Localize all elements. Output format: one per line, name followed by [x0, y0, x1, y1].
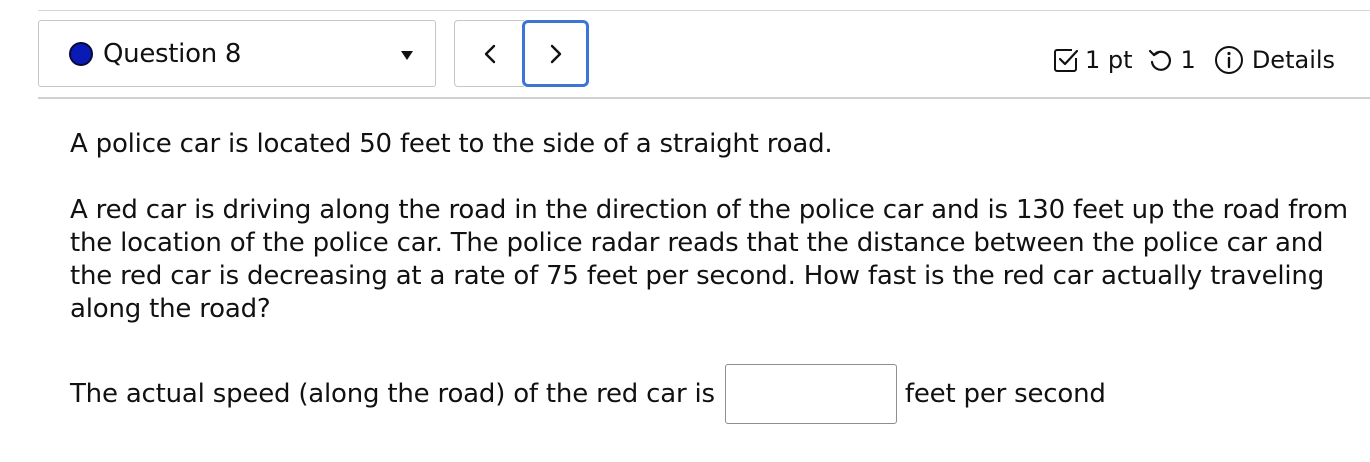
info-icon[interactable]: [1214, 45, 1244, 75]
top-divider: [38, 10, 1370, 11]
question-paragraph-2: A red car is driving along the road in t…: [70, 195, 1348, 324]
points-value: 1 pt: [1085, 46, 1133, 74]
answer-input[interactable]: [724, 364, 897, 424]
question-selector-dropdown[interactable]: Question 8: [38, 20, 436, 87]
next-question-button[interactable]: [522, 20, 589, 87]
header-divider: [38, 97, 1370, 99]
chevron-right-icon: [550, 44, 561, 63]
question-body: A police car is located 50 feet to the s…: [70, 128, 1350, 326]
question-label: Question 8: [103, 38, 242, 69]
checkbox-check-icon: [1052, 46, 1080, 74]
answer-row: The actual speed (along the road) of the…: [70, 364, 1106, 424]
answer-unit: feet per second: [904, 379, 1106, 409]
chevron-left-icon: [484, 44, 495, 63]
answer-prompt: The actual speed (along the road) of the…: [70, 379, 715, 409]
attempts-value: 1: [1180, 46, 1196, 74]
retry-icon: [1147, 47, 1173, 73]
previous-question-button[interactable]: [454, 20, 524, 87]
details-link[interactable]: Details: [1252, 46, 1335, 74]
dropdown-caret-icon: [401, 51, 413, 60]
question-nav: [454, 20, 589, 87]
question-paragraph-1: A police car is located 50 feet to the s…: [70, 129, 833, 159]
question-page: Question 8 1 pt 1 Details A police car i…: [0, 0, 1370, 462]
question-status-icon: [69, 41, 93, 66]
question-meta: 1 pt 1 Details: [1052, 38, 1335, 82]
